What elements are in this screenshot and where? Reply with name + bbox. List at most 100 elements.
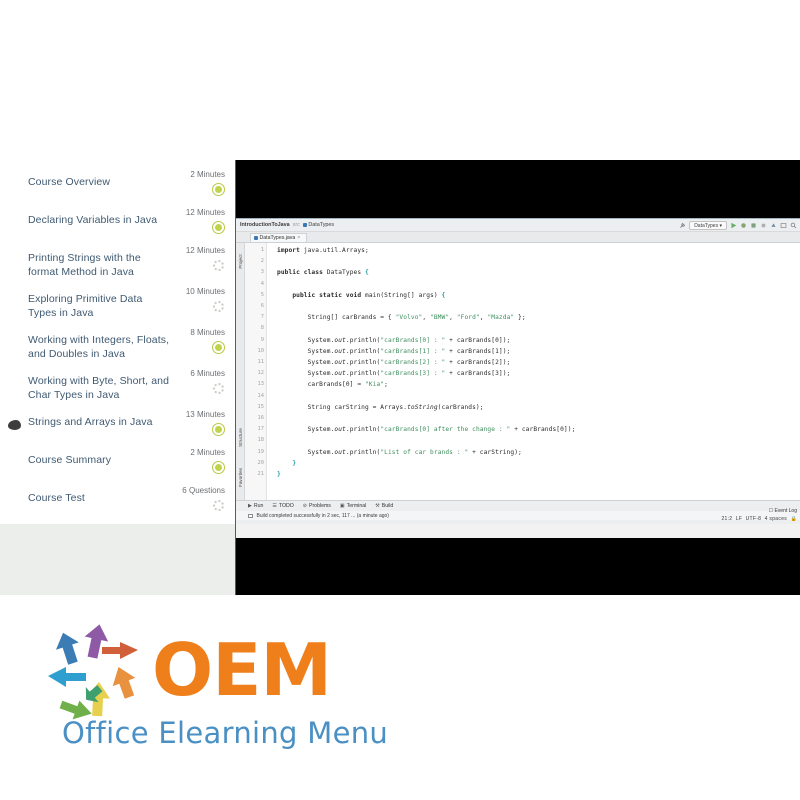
code-line: String[] carBrands = { "Volvo", "BMW", "…: [277, 314, 526, 322]
ide-breadcrumb-bar: IntroductionToJava src DataTypes DataTyp…: [236, 219, 800, 232]
lesson-item[interactable]: Working with Integers, Floats, and Doubl…: [0, 324, 235, 365]
lesson-duration: 12 Minutes: [185, 208, 225, 217]
build-icon: ⚒: [375, 503, 380, 509]
rail-favorites[interactable]: Favorites: [238, 465, 243, 490]
lesson-meta: 6 Questions: [177, 486, 229, 516]
code-editor[interactable]: import java.util.Arrays; public class Da…: [267, 243, 800, 500]
coverage-icon[interactable]: [750, 222, 757, 229]
breadcrumb-src[interactable]: src: [293, 222, 300, 228]
lock-icon[interactable]: 🔒: [790, 516, 797, 522]
lesson-item[interactable]: Strings and Arrays in Java 13 Minutes: [0, 406, 235, 444]
rail-structure[interactable]: Structure: [238, 425, 243, 450]
indent-setting[interactable]: 4 spaces: [765, 516, 787, 522]
line-number: 6: [260, 303, 264, 310]
tool-window-button-run[interactable]: ▶ Run: [248, 503, 263, 509]
lesson-item[interactable]: Course Test 6 Questions: [0, 482, 235, 520]
lesson-meta: 2 Minutes: [177, 170, 229, 200]
stop-icon[interactable]: [760, 222, 767, 229]
code-line: System.out.println("List of car brands :…: [277, 448, 522, 456]
lesson-incomplete-icon: [213, 301, 224, 312]
line-number: 7: [260, 314, 264, 321]
breadcrumb-file[interactable]: DataTypes: [302, 222, 335, 228]
tool-window-button-todo[interactable]: ☰ TODO: [272, 503, 293, 509]
lesson-meta: 13 Minutes: [177, 410, 229, 440]
circular-arrows-icon: [48, 624, 138, 720]
line-number: 21: [257, 471, 265, 478]
lesson-item[interactable]: Course Summary 2 Minutes: [0, 444, 235, 482]
run-icon: ▶: [248, 503, 252, 509]
lesson-title: Exploring Primitive Data Types in Java: [28, 293, 143, 319]
java-file-icon: [254, 236, 258, 240]
search-icon[interactable]: [790, 222, 797, 229]
line-number: 9: [260, 336, 264, 343]
lesson-completed-icon: [213, 424, 224, 435]
ide-toolbar: DataTypes ▾: [679, 220, 797, 230]
run-configuration-select[interactable]: DataTypes ▾: [689, 220, 727, 230]
problems-icon: ⊘: [302, 503, 307, 509]
lesson-marker: [0, 369, 28, 379]
code-line: System.out.println("carBrands[2] : " + c…: [277, 359, 511, 367]
layout-icon[interactable]: [780, 222, 787, 229]
lesson-item[interactable]: Working with Byte, Short, and Char Types…: [0, 365, 235, 406]
ide-editor-body: Project Structure Favorites 123456789101…: [236, 243, 800, 500]
caret-position[interactable]: 21:2: [721, 516, 732, 522]
current-lesson-pointer-icon: [7, 420, 21, 430]
java-file-icon: [302, 222, 307, 227]
terminal-icon: ▣: [339, 503, 345, 509]
lesson-item[interactable]: Course Overview 2 Minutes: [0, 166, 235, 204]
lesson-title: Course Test: [28, 492, 85, 504]
tool-window-button-terminal[interactable]: ▣ Terminal: [340, 503, 366, 509]
line-number: 3: [245, 267, 272, 278]
run-icon[interactable]: [730, 222, 737, 229]
tool-window-button-build[interactable]: ⚒ Build: [375, 503, 393, 509]
rail-project[interactable]: Project: [238, 249, 243, 274]
lesson-duration: 8 Minutes: [190, 328, 225, 337]
lesson-duration: 2 Minutes: [190, 448, 225, 457]
lesson-duration: 12 Minutes: [185, 246, 225, 255]
status-bar-indicators: 21:2 LF UTF-8 4 spaces 🔒: [631, 515, 797, 524]
lesson-marker: [0, 208, 28, 218]
video-player-area[interactable]: IntroductionToJava src DataTypes DataTyp…: [235, 160, 800, 595]
curriculum-panel: Course Overview 2 Minutes Declaring Variab…: [0, 160, 235, 595]
editor-tab-datatypes[interactable]: DataTypes.java ×: [250, 233, 308, 242]
status-checkbox-icon: [248, 513, 253, 519]
tool-window-label: TODO: [278, 503, 294, 509]
lesson-incomplete-icon: [213, 500, 224, 511]
run-configuration-label: DataTypes: [694, 222, 719, 229]
event-log-button[interactable]: ☐ Event Log: [631, 507, 797, 515]
lesson-item[interactable]: Exploring Primitive Data Types in Java 10…: [0, 283, 235, 324]
line-number: 15: [257, 403, 265, 410]
ide-bottom-bar: ▶ Run ☰ TODO ⊘ Problems ▣ Terminal ⚒ Build Build …: [236, 500, 800, 524]
lesson-item[interactable]: Printing Strings with the format Method …: [0, 242, 235, 283]
build-icon[interactable]: [770, 222, 777, 229]
tool-window-button-problems[interactable]: ⊘ Problems: [303, 503, 331, 509]
lesson-item[interactable]: Declaring Variables in Java 12 Minutes: [0, 204, 235, 242]
debug-icon[interactable]: [740, 222, 747, 229]
status-bar-right: ☐ Event Log 21:2 LF UTF-8 4 spaces 🔒: [631, 507, 800, 524]
code-line: }: [277, 471, 281, 479]
line-number-gutter: 123456789101112131415161718192021: [245, 243, 272, 500]
code-line: public static void main(String[] args) {: [292, 291, 446, 299]
lesson-title: Course Summary: [28, 454, 112, 466]
encoding[interactable]: UTF-8: [746, 516, 762, 522]
lesson-meta: 6 Minutes: [177, 369, 229, 399]
code-line: public class DataTypes {: [277, 269, 369, 277]
todo-icon: ☰: [272, 503, 277, 509]
code-line: String carString = Arrays.toString(carBr…: [277, 403, 484, 411]
line-number: 11: [257, 359, 265, 366]
line-separator[interactable]: LF: [736, 516, 742, 522]
lesson-list: Course Overview 2 Minutes Declaring Variab…: [0, 160, 235, 524]
lesson-duration: 6 Questions: [182, 486, 225, 495]
build-status-message: Build completed successfully in 2 sec, 1…: [256, 513, 389, 519]
oem-wordmark: OEM: [152, 628, 332, 712]
oem-logo-block: OEM Office Elearning Menu: [0, 610, 800, 780]
wrench-icon[interactable]: [679, 222, 686, 229]
breadcrumb-project[interactable]: IntroductionToJava: [240, 222, 290, 228]
course-player: Course Overview 2 Minutes Declaring Variab…: [0, 160, 800, 595]
line-number: 8: [260, 325, 264, 332]
lesson-duration: 2 Minutes: [190, 170, 225, 179]
breadcrumb-file-label: DataTypes: [308, 222, 335, 228]
